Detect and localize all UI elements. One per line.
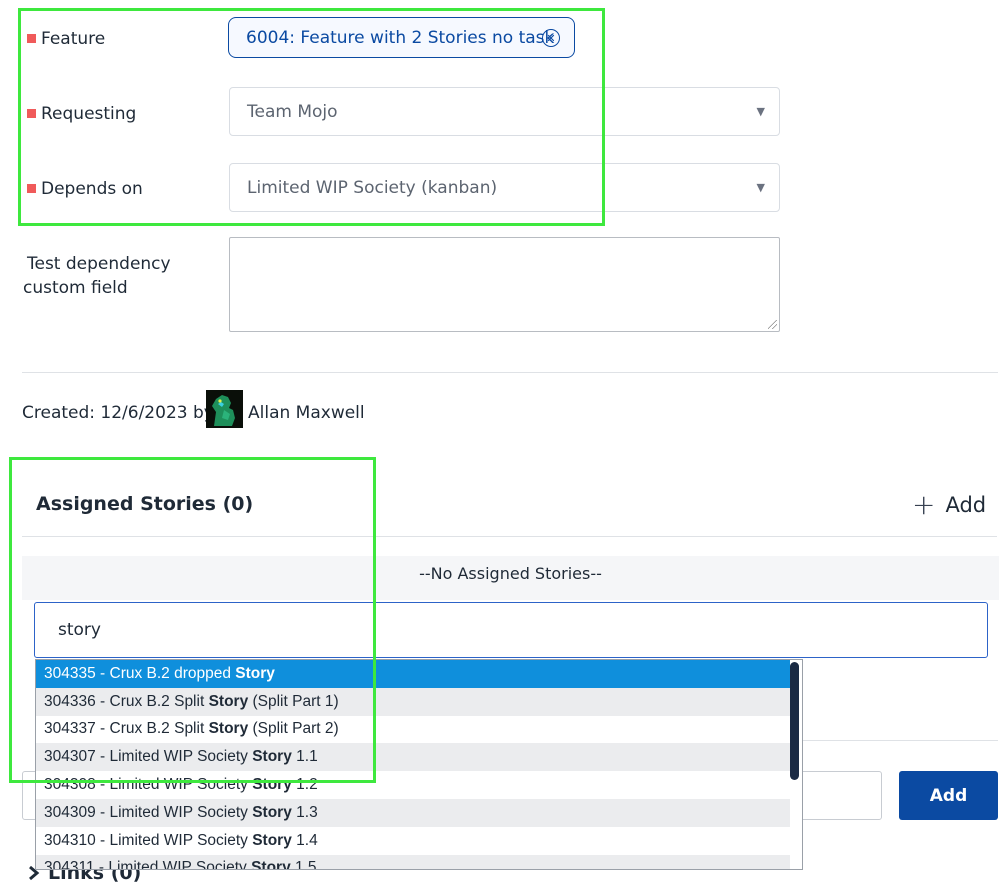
list-item-match: Story bbox=[252, 748, 292, 766]
list-item-suffix: 1.1 bbox=[291, 748, 318, 766]
list-item-match: Story bbox=[208, 720, 249, 738]
requesting-select[interactable]: Team Mojo ▼ bbox=[229, 87, 780, 136]
list-item-text: 304335 - Crux B.2 dropped bbox=[44, 664, 236, 682]
list-item-suffix: 1.2 bbox=[291, 776, 318, 794]
requesting-label: Requesting bbox=[41, 104, 137, 124]
list-item-match: Story bbox=[208, 692, 249, 710]
caret-down-icon: ▼ bbox=[756, 105, 765, 118]
list-item[interactable]: 304308 - Limited WIP Society Story 1.2 bbox=[36, 771, 790, 799]
list-item-suffix: 1.4 bbox=[291, 831, 318, 849]
story-search-value: story bbox=[58, 620, 101, 640]
list-item-suffix: (Split Part 1) bbox=[248, 692, 339, 710]
custom-field-label-line2: custom field bbox=[23, 278, 128, 298]
custom-field-label-line1: Test dependency bbox=[27, 254, 171, 274]
required-marker bbox=[27, 34, 36, 43]
author-name[interactable]: Allan Maxwell bbox=[248, 403, 365, 423]
depends-on-select[interactable]: Limited WIP Society (kanban) ▼ bbox=[229, 163, 780, 212]
add-story-label: Add bbox=[945, 493, 987, 517]
list-item[interactable]: 304310 - Limited WIP Society Story 1.4 bbox=[36, 827, 790, 855]
add-story-button[interactable]: + Add bbox=[912, 491, 986, 519]
list-item-text: 304307 - Limited WIP Society bbox=[44, 748, 253, 766]
add-button[interactable]: Add bbox=[899, 771, 998, 820]
depends-on-value: Limited WIP Society (kanban) bbox=[247, 177, 498, 198]
list-item[interactable]: 304336 - Crux B.2 Split Story (Split Par… bbox=[36, 687, 790, 716]
list-item-suffix: 1.5 bbox=[290, 859, 317, 870]
list-item-match: Story bbox=[235, 664, 275, 682]
list-item-match: Story bbox=[252, 803, 292, 821]
list-item[interactable]: 304335 - Crux B.2 dropped Story bbox=[36, 660, 790, 688]
list-item-text: 304309 - Limited WIP Society bbox=[44, 803, 253, 821]
required-marker bbox=[27, 109, 36, 118]
empty-stories-text: --No Assigned Stories-- bbox=[419, 564, 602, 583]
required-marker bbox=[27, 184, 36, 193]
close-circle-icon[interactable]: ✕ bbox=[542, 29, 560, 47]
requesting-value: Team Mojo bbox=[247, 101, 338, 122]
feature-chip-text: 6004: Feature with 2 Stories no task bbox=[246, 27, 555, 48]
feature-label: Feature bbox=[41, 29, 106, 49]
list-item-suffix: 1.3 bbox=[291, 803, 318, 821]
list-item-text: 304310 - Limited WIP Society bbox=[44, 831, 253, 849]
list-item[interactable]: 304337 - Crux B.2 Split Story (Split Par… bbox=[36, 716, 790, 744]
list-item-match: Story bbox=[252, 831, 292, 849]
avatar-image bbox=[206, 390, 243, 428]
feature-chip[interactable]: 6004: Feature with 2 Stories no task ✕ bbox=[228, 17, 575, 58]
list-item[interactable]: 304307 - Limited WIP Society Story 1.1 bbox=[36, 743, 790, 772]
list-item-match: Story bbox=[251, 859, 291, 870]
list-item-text: 304311 - Limited WIP Society bbox=[44, 859, 252, 870]
custom-field-textarea[interactable] bbox=[229, 237, 780, 332]
divider bbox=[800, 740, 998, 741]
empty-stories-row: --No Assigned Stories-- bbox=[22, 556, 999, 600]
list-item-match: Story bbox=[252, 776, 292, 794]
avatar bbox=[206, 390, 243, 428]
divider bbox=[22, 536, 997, 537]
plus-icon: + bbox=[912, 488, 936, 521]
list-item-suffix: (Split Part 2) bbox=[248, 720, 339, 738]
created-text: Created: 12/6/2023 by bbox=[22, 403, 214, 423]
list-item-text: 304308 - Limited WIP Society bbox=[44, 776, 253, 794]
scrollbar[interactable] bbox=[790, 662, 799, 780]
assigned-stories-title: Assigned Stories (0) bbox=[36, 493, 254, 515]
story-search-input[interactable]: story bbox=[34, 602, 988, 658]
list-item-text: 304337 - Crux B.2 Split bbox=[44, 720, 209, 738]
caret-down-icon: ▼ bbox=[756, 181, 765, 194]
list-item-text: 304336 - Crux B.2 Split bbox=[44, 692, 209, 710]
resize-grip-icon[interactable] bbox=[768, 320, 777, 329]
list-item[interactable]: 304309 - Limited WIP Society Story 1.3 bbox=[36, 798, 790, 827]
story-autocomplete-list[interactable]: 304335 - Crux B.2 dropped Story 304336 - … bbox=[35, 659, 803, 870]
list-item[interactable]: 304311 - Limited WIP Society Story 1.5 bbox=[36, 854, 790, 870]
depends-on-label: Depends on bbox=[41, 179, 143, 199]
divider bbox=[22, 372, 998, 373]
